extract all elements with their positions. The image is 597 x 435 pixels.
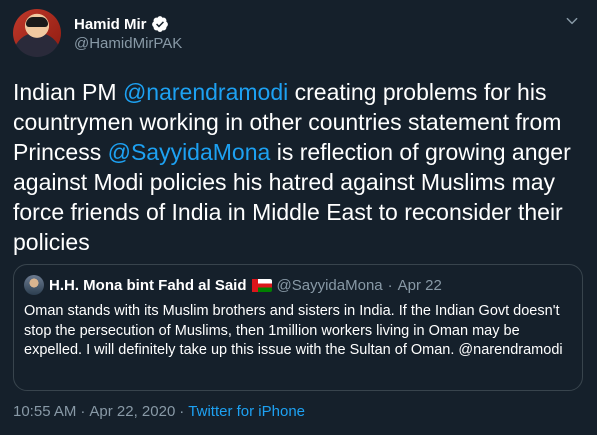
verified-badge-icon <box>151 16 168 32</box>
separator-dot: · <box>387 276 393 294</box>
separator-dot: · <box>80 403 86 420</box>
quoted-author-handle: @SayyidaMona <box>276 276 383 294</box>
avatar[interactable] <box>13 9 61 57</box>
tweet-date[interactable]: Apr 22, 2020 <box>89 403 175 420</box>
tweet-footer: 10:55 AM · Apr 22, 2020 · Twitter for iP… <box>13 403 305 420</box>
tweet-source-link[interactable]: Twitter for iPhone <box>188 403 305 420</box>
author-name-row[interactable]: Hamid Mir <box>74 15 169 33</box>
mention-link[interactable]: @SayyidaMona <box>108 139 271 165</box>
chevron-down-icon[interactable] <box>565 14 579 28</box>
author-handle[interactable]: @HamidMirPAK <box>74 35 182 52</box>
quoted-date: Apr 22 <box>397 276 442 294</box>
avatar-hair <box>26 17 48 27</box>
quoted-tweet-card[interactable]: H.H. Mona bint Fahd al Said @SayyidaMona… <box>13 264 583 391</box>
separator-dot: · <box>179 403 185 420</box>
quoted-author-name: H.H. Mona bint Fahd al Said <box>49 276 247 294</box>
quoted-tweet-header: H.H. Mona bint Fahd al Said @SayyidaMona… <box>24 275 442 295</box>
tweet-time[interactable]: 10:55 AM <box>13 403 76 420</box>
tweet-text-part: Indian PM <box>13 79 123 105</box>
mention-link[interactable]: @narendramodi <box>123 79 288 105</box>
author-name[interactable]: Hamid Mir <box>74 16 147 33</box>
tweet: Hamid Mir @HamidMirPAK Indian PM @narend… <box>0 0 597 435</box>
oman-flag-icon <box>251 278 272 292</box>
quoted-tweet-text: Oman stands with its Muslim brothers and… <box>24 303 563 358</box>
quoted-avatar <box>24 275 44 295</box>
tweet-text: Indian PM @narendramodi creating problem… <box>13 77 583 257</box>
